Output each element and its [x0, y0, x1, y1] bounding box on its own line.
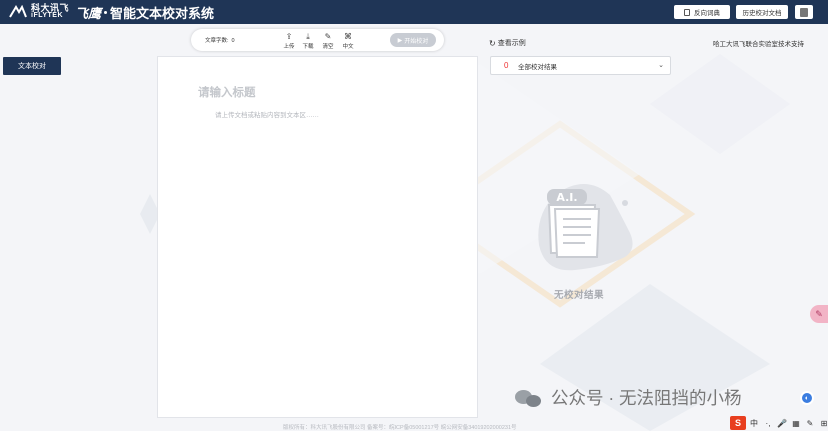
start-proofreading-button[interactable]: ▶ 开始校对 [390, 33, 436, 47]
clear-button[interactable]: ✎ 清空 [320, 32, 336, 50]
clear-label: 清空 [322, 44, 334, 50]
ime-microphone-icon[interactable]: 🎤 [776, 419, 788, 428]
reverse-dictionary-button[interactable]: 反向词典 [674, 5, 730, 19]
ime-keyboard-icon[interactable]: ▦ [790, 419, 802, 428]
ime-chinese-mode[interactable]: 中 [748, 418, 760, 429]
document-icon [684, 8, 690, 16]
word-count-value: 0 [231, 38, 235, 44]
clear-icon: ✎ [324, 32, 332, 41]
start-proofreading-label: 开始校对 [404, 38, 429, 45]
app-header: 科大讯飞 iFLYTEK 飞鹰 智能文本校对系统 反向词典 历史校对文档 [0, 0, 828, 24]
title-input[interactable]: 请输入标题 [198, 84, 256, 100]
text-editor[interactable]: 请输入标题 请上传文档或粘贴内容到文本区…… [157, 56, 478, 418]
upload-button[interactable]: ⇪ 上传 [281, 32, 297, 50]
result-filter-label: 全部校对结果 [518, 63, 557, 71]
sogou-ime-logo[interactable]: S [730, 416, 746, 430]
play-icon: ▶ [397, 37, 403, 44]
logo-english-name: iFLYTEK [31, 12, 64, 19]
language-icon: ⌘ [344, 32, 352, 41]
download-icon: ⤓ [306, 32, 310, 41]
assistant-bubble-icon[interactable]: ◐ [800, 391, 814, 405]
download-button[interactable]: ⤓ 下载 [300, 32, 316, 50]
ime-skin-icon[interactable]: ✎ [804, 419, 816, 428]
feiying-brand: 飞鹰 [75, 6, 102, 22]
result-filter-select[interactable]: 0 全部校对结果 ⌄ [490, 56, 671, 75]
reverse-dictionary-label: 反向词典 [694, 10, 720, 17]
view-example-link[interactable]: ↻ 查看示例 [489, 38, 526, 48]
ai-document-illustration: A.I. [538, 184, 633, 271]
refresh-icon: ↻ [489, 38, 496, 48]
history-documents-label: 历史校对文档 [742, 10, 782, 17]
iflytek-logo: 科大讯飞 iFLYTEK 飞鹰 智能文本校对系统 [8, 3, 214, 22]
building-icon [800, 7, 808, 17]
download-label: 下载 [302, 44, 314, 50]
app-title: 智能文本校对系统 [110, 5, 215, 21]
word-count-label: 文章字数: [205, 38, 229, 44]
sidebar-item-text-proofreading[interactable]: 文本校对 [3, 57, 61, 75]
floating-helper-icon[interactable]: ✎ [810, 305, 828, 323]
no-result-text: 无校对结果 [554, 290, 605, 301]
watermark-text: 公众号 · 无法阻挡的小杨 [551, 388, 742, 408]
history-documents-button[interactable]: 历史校对文档 [736, 5, 788, 19]
iflytek-mark-icon [9, 5, 27, 18]
ime-toolbar: S 中 ·, 🎤 ▦ ✎ ⊞ [730, 416, 828, 430]
body-textarea[interactable]: 请上传文档或粘贴内容到文本区…… [215, 109, 319, 119]
wechat-icon [515, 388, 543, 408]
upload-label: 上传 [283, 44, 295, 50]
language-button[interactable]: ⌘ 中文 [340, 32, 356, 50]
copyright-footer: 版权所有：科大讯飞股份有限公司 备案号：皖ICP备05001217号 皖公网安备… [283, 425, 517, 431]
ime-punctuation[interactable]: ·, [762, 419, 774, 428]
title-separator-dot [104, 10, 108, 14]
editor-toolbar: 文章字数: 0 ⇪ 上传 ⤓ 下载 ✎ 清空 ⌘ 中文 ▶ 开始校对 [191, 29, 444, 51]
logo-chinese-name: 科大讯飞 [31, 3, 70, 13]
ai-badge-text: A.I. [556, 191, 577, 204]
result-count: 0 [504, 61, 509, 70]
sidebar-item-label: 文本校对 [18, 63, 46, 70]
chevron-down-icon: ⌄ [658, 62, 664, 69]
wechat-watermark: 公众号 · 无法阻挡的小杨 [515, 385, 742, 410]
ime-menu-icon[interactable]: ⊞ [818, 419, 828, 428]
upload-icon: ⇪ [285, 32, 293, 41]
tech-support-text: 哈工大讯飞联合实验室技术支持 [713, 41, 804, 48]
view-example-label: 查看示例 [497, 40, 526, 47]
language-label: 中文 [342, 44, 354, 50]
organization-button[interactable] [795, 5, 813, 19]
word-count: 文章字数: 0 [205, 36, 235, 44]
